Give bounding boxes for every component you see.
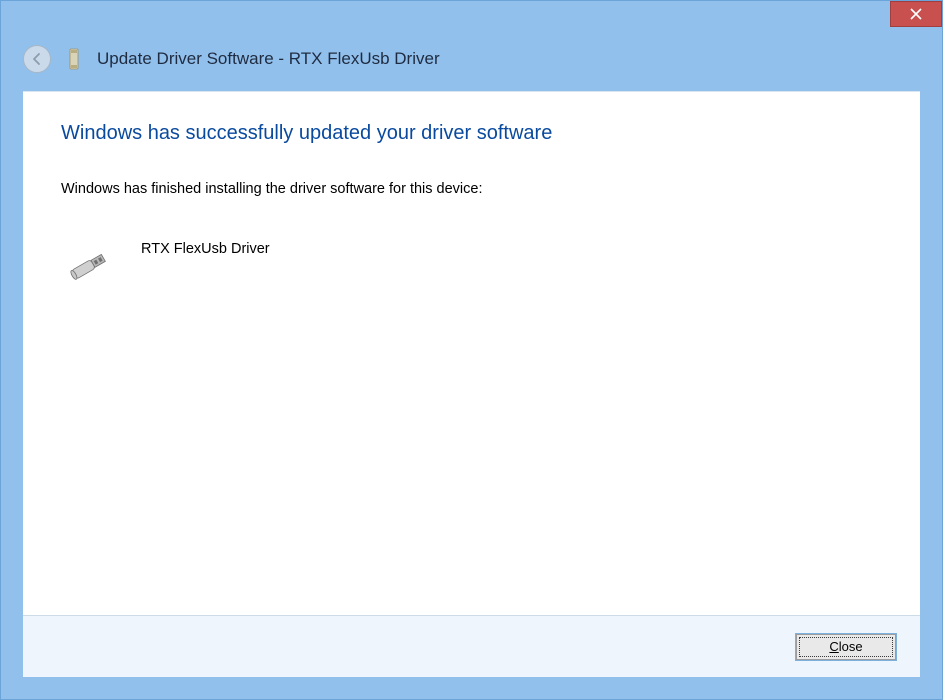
header-row: Update Driver Software - RTX FlexUsb Dri…	[1, 35, 942, 91]
close-label-rest: lose	[839, 639, 863, 654]
window-title: Update Driver Software - RTX FlexUsb Dri…	[97, 49, 440, 69]
dialog-window: Update Driver Software - RTX FlexUsb Dri…	[0, 0, 943, 700]
device-row: RTX FlexUsb Driver	[61, 241, 882, 285]
close-label-accel: C	[829, 639, 838, 654]
back-arrow-icon	[30, 52, 44, 66]
success-heading: Windows has successfully updated your dr…	[61, 122, 882, 145]
close-icon	[910, 8, 922, 20]
back-button	[23, 45, 51, 73]
wizard-icon	[65, 47, 83, 71]
body-text: Windows has finished installing the driv…	[61, 181, 882, 197]
device-name: RTX FlexUsb Driver	[141, 241, 270, 257]
content-area: Windows has successfully updated your dr…	[23, 91, 920, 615]
titlebar	[1, 1, 942, 35]
footer: Close	[23, 615, 920, 677]
usb-device-icon	[65, 245, 113, 285]
window-close-button[interactable]	[890, 1, 942, 27]
close-button[interactable]: Close	[796, 634, 896, 660]
